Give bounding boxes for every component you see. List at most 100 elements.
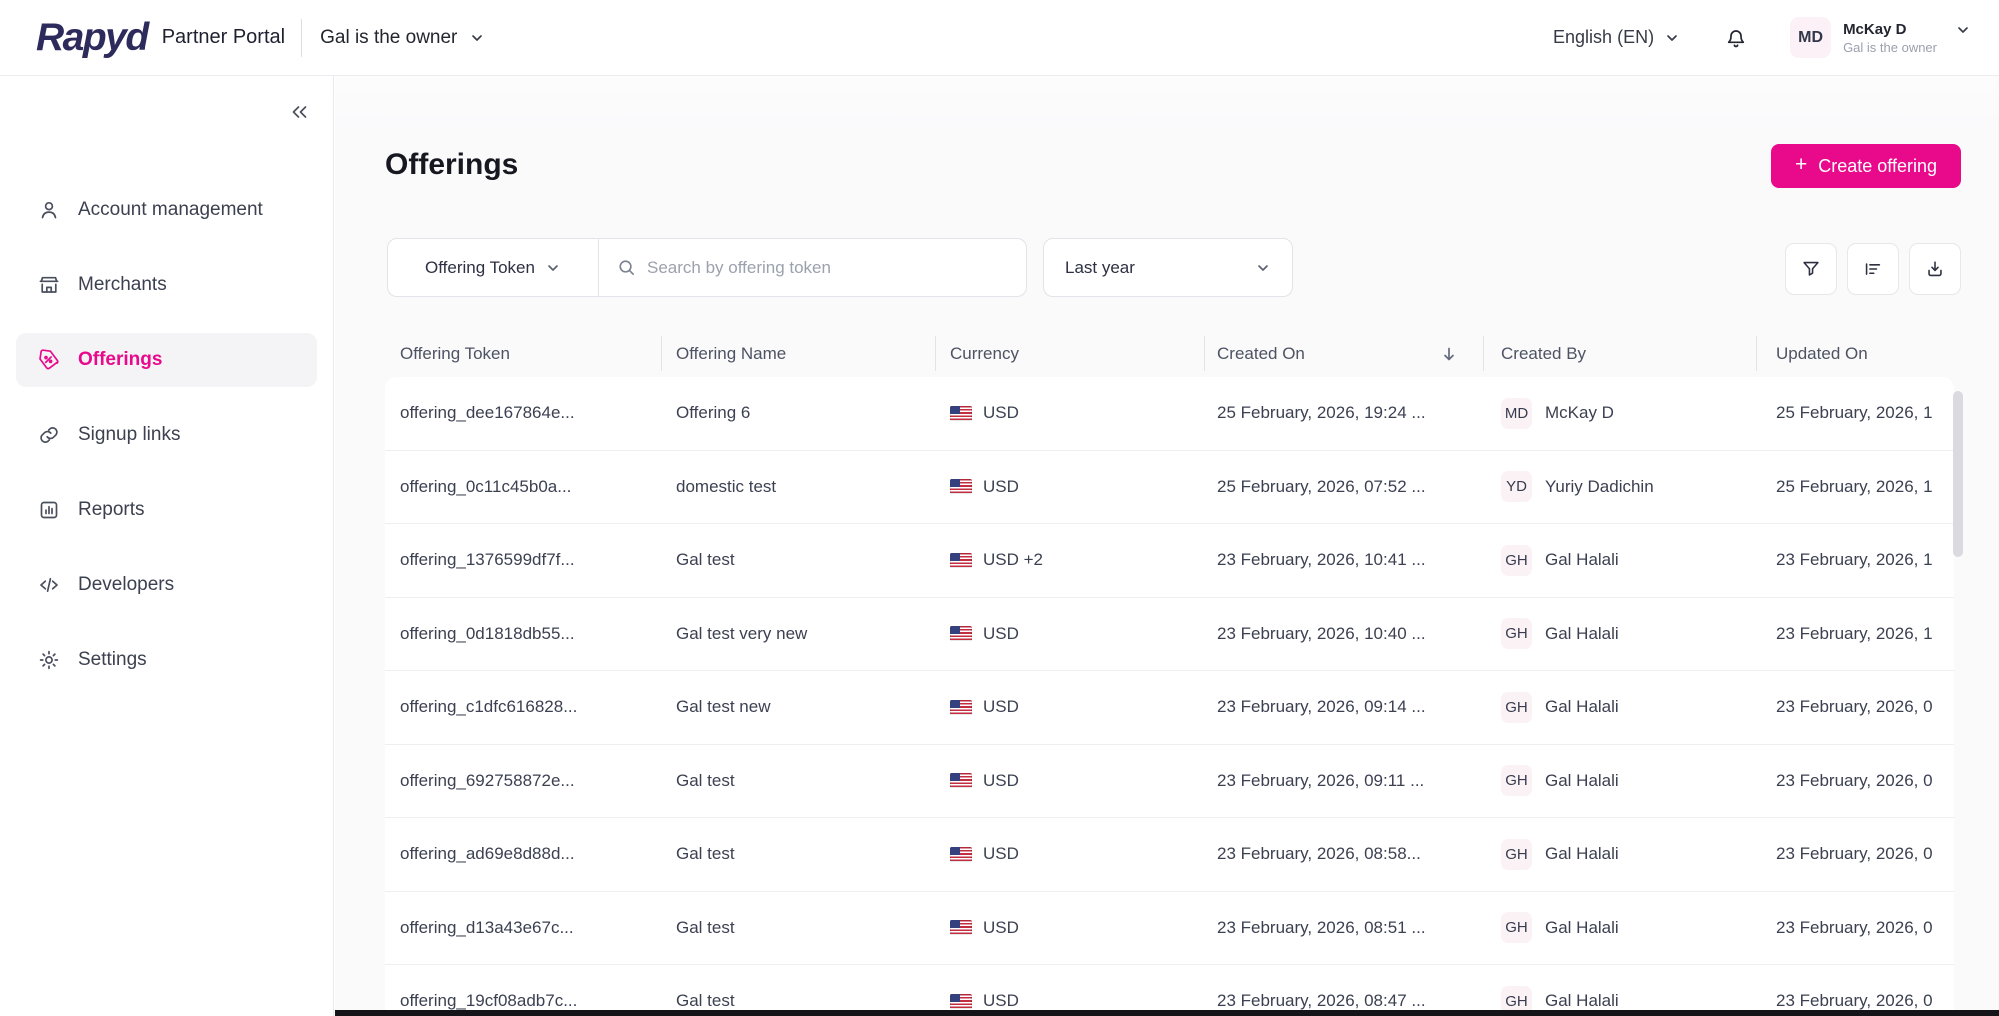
currency-cell: USD +2 (936, 524, 1205, 597)
column-header-offering-name[interactable]: Offering Name (662, 330, 936, 377)
table-header: Offering Token Offering Name Currency Cr… (385, 330, 1954, 377)
organization-selector[interactable]: Gal is the owner (320, 27, 485, 49)
date-range-selector[interactable]: Last year (1043, 238, 1293, 297)
created-by-cell: GH Gal Halali (1484, 745, 1757, 818)
double-chevron-left-icon (287, 100, 311, 124)
created-on-cell: 25 February, 2026, 19:24 ... (1205, 377, 1484, 450)
vertical-scrollbar[interactable] (1953, 391, 1963, 557)
offering-name-cell: Offering 6 (662, 377, 936, 450)
create-offering-button[interactable]: + Create offering (1771, 144, 1961, 188)
language-selector[interactable]: English (EN) (1553, 27, 1680, 48)
filter-button[interactable] (1785, 243, 1837, 295)
bar-chart-icon (37, 498, 61, 522)
search-field-value: Offering Token (425, 258, 535, 278)
created-by-cell: YD Yuriy Dadichin (1484, 451, 1757, 524)
updated-on-cell: 23 February, 2026, 0 (1757, 671, 1954, 744)
table-row[interactable]: offering_692758872e... Gal test USD 23 F… (385, 745, 1954, 819)
created-by-cell: GH Gal Halali (1484, 598, 1757, 671)
created-by-cell: MD McKay D (1484, 377, 1757, 450)
table-row[interactable]: offering_1376599df7f... Gal test USD +2 … (385, 524, 1954, 598)
offering-name-cell: Gal test (662, 818, 936, 891)
offering-token-cell: offering_0c11c45b0a... (385, 451, 662, 524)
currency-cell: USD (936, 818, 1205, 891)
sidebar-item-merchants[interactable]: Merchants (16, 258, 317, 312)
sidebar-item-label: Merchants (78, 274, 167, 296)
offering-name-cell: Gal test new (662, 671, 936, 744)
created-on-cell: 23 February, 2026, 09:11 ... (1205, 745, 1484, 818)
created-on-cell: 23 February, 2026, 08:58... (1205, 818, 1484, 891)
currency-cell: USD (936, 965, 1205, 1016)
column-header-offering-token[interactable]: Offering Token (385, 330, 662, 377)
offering-name-cell: Gal test (662, 745, 936, 818)
currency-cell: USD (936, 745, 1205, 818)
bottom-edge-bar (335, 1010, 1999, 1016)
sidebar-item-label: Account management (78, 199, 263, 221)
creator-avatar: GH (1501, 692, 1532, 723)
user-avatar[interactable]: MD (1790, 17, 1831, 58)
sidebar-item-reports[interactable]: Reports (16, 483, 317, 537)
updated-on-cell: 23 February, 2026, 1 (1757, 598, 1954, 671)
notifications-button[interactable] (1724, 26, 1748, 50)
column-header-currency[interactable]: Currency (936, 330, 1205, 377)
user-role: Gal is the owner (1843, 40, 1937, 56)
table-row[interactable]: offering_c1dfc616828... Gal test new USD… (385, 671, 1954, 745)
search-filter-group: Offering Token (387, 238, 1027, 297)
us-flag-icon (950, 626, 972, 641)
column-header-updated-on[interactable]: Updated On (1757, 330, 1954, 377)
sidebar-item-developers[interactable]: Developers (16, 558, 317, 612)
sidebar-item-offerings[interactable]: Offerings (16, 333, 317, 387)
user-menu[interactable]: McKay D Gal is the owner (1843, 20, 1971, 56)
column-header-created-by[interactable]: Created By (1484, 330, 1757, 377)
offering-token-cell: offering_692758872e... (385, 745, 662, 818)
offering-name-cell: Gal test (662, 524, 936, 597)
sidebar-item-account-management[interactable]: Account management (16, 183, 317, 237)
table-row[interactable]: offering_dee167864e... Offering 6 USD 25… (385, 377, 1954, 451)
chevron-down-icon (469, 30, 485, 46)
search-input[interactable] (647, 258, 1008, 278)
plus-icon: + (1795, 153, 1807, 177)
table-row[interactable]: offering_0c11c45b0a... domestic test USD… (385, 451, 1954, 525)
main-content: Offerings + Create offering Offering Tok… (335, 76, 1999, 1016)
top-bar: Rapyd Partner Portal Gal is the owner En… (0, 0, 1999, 76)
product-name: Partner Portal (162, 26, 285, 49)
updated-on-cell: 23 February, 2026, 0 (1757, 965, 1954, 1016)
sort-descending-icon[interactable] (1440, 345, 1458, 363)
us-flag-icon (950, 920, 972, 935)
sidebar-item-signup-links[interactable]: Signup links (16, 408, 317, 462)
table-toolbar (1785, 243, 1961, 295)
sidebar-nav: Account management Merchants Offerings (0, 183, 333, 687)
us-flag-icon (950, 479, 972, 494)
table-body: offering_dee167864e... Offering 6 USD 25… (385, 377, 1954, 1016)
collapse-sidebar-button[interactable] (287, 100, 311, 124)
search-field-selector[interactable]: Offering Token (388, 239, 599, 296)
us-flag-icon (950, 406, 972, 421)
us-flag-icon (950, 773, 972, 788)
sidebar-item-settings[interactable]: Settings (16, 633, 317, 687)
creator-avatar: GH (1501, 912, 1532, 943)
created-on-cell: 25 February, 2026, 07:52 ... (1205, 451, 1484, 524)
offering-token-cell: offering_c1dfc616828... (385, 671, 662, 744)
updated-on-cell: 25 February, 2026, 1 (1757, 377, 1954, 450)
table-row[interactable]: offering_19cf08adb7c... Gal test USD 23 … (385, 965, 1954, 1016)
code-icon (37, 573, 61, 597)
offering-token-cell: offering_ad69e8d88d... (385, 818, 662, 891)
organization-name: Gal is the owner (320, 27, 457, 49)
download-button[interactable] (1909, 243, 1961, 295)
language-label: English (EN) (1553, 27, 1654, 48)
created-on-cell: 23 February, 2026, 08:47 ... (1205, 965, 1484, 1016)
created-by-cell: GH Gal Halali (1484, 965, 1757, 1016)
offering-name-cell: Gal test very new (662, 598, 936, 671)
table-row[interactable]: offering_d13a43e67c... Gal test USD 23 F… (385, 892, 1954, 966)
table-row[interactable]: offering_ad69e8d88d... Gal test USD 23 F… (385, 818, 1954, 892)
column-header-created-on[interactable]: Created On (1205, 330, 1484, 377)
created-by-cell: GH Gal Halali (1484, 671, 1757, 744)
sidebar: Account management Merchants Offerings (0, 76, 334, 1016)
page-title: Offerings (385, 148, 518, 182)
sort-lines-icon (1862, 258, 1884, 280)
offering-token-cell: offering_19cf08adb7c... (385, 965, 662, 1016)
currency-cell: USD (936, 377, 1205, 450)
sort-button[interactable] (1847, 243, 1899, 295)
table-row[interactable]: offering_0d1818db55... Gal test very new… (385, 598, 1954, 672)
search-icon (617, 258, 636, 277)
creator-avatar: GH (1501, 765, 1532, 796)
